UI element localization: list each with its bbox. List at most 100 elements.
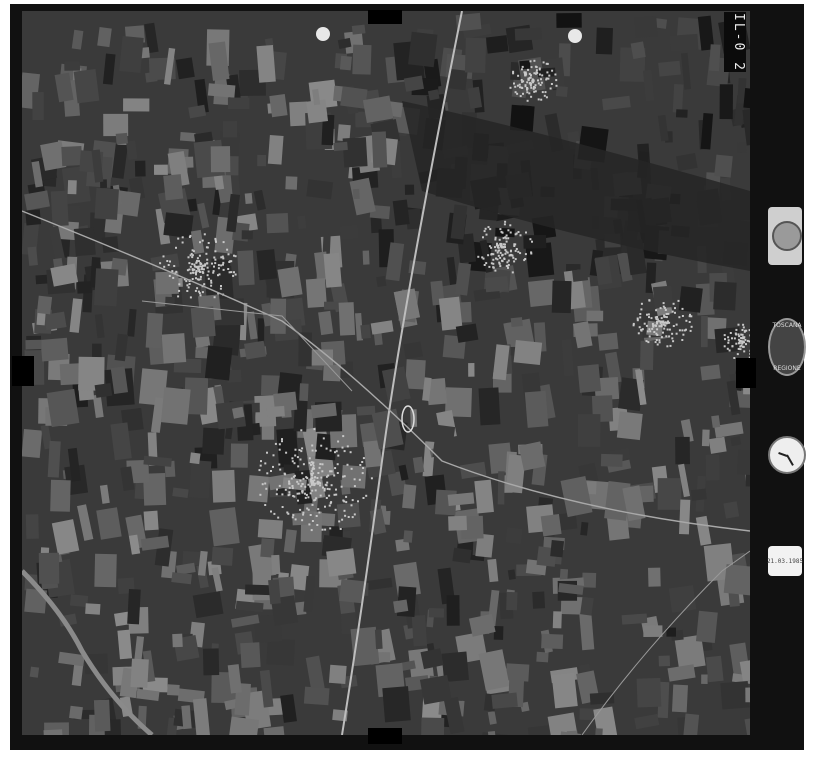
field-parcel xyxy=(556,12,582,28)
town-building xyxy=(189,234,192,237)
field-parcel xyxy=(493,626,504,640)
town-building xyxy=(319,463,322,466)
town-building xyxy=(202,271,205,274)
town-building xyxy=(213,256,216,259)
altimeter-dial xyxy=(772,221,802,251)
town-building xyxy=(538,68,541,71)
town-building xyxy=(346,445,349,448)
town-building xyxy=(308,462,311,465)
town-building xyxy=(301,447,304,450)
town-building xyxy=(177,237,180,240)
field-parcel xyxy=(577,414,601,447)
town-building xyxy=(259,493,262,496)
town-building xyxy=(197,267,200,270)
field-parcel xyxy=(705,454,720,481)
town-building xyxy=(309,492,312,495)
field-parcel xyxy=(519,60,531,70)
field-parcel xyxy=(371,131,388,168)
town-building xyxy=(264,504,267,506)
town-building xyxy=(727,341,730,344)
town-building xyxy=(648,316,650,319)
field-parcel xyxy=(408,31,438,68)
town-building xyxy=(222,261,225,264)
town-building xyxy=(186,290,189,292)
town-building xyxy=(526,81,529,84)
town-building xyxy=(203,233,206,236)
field-parcel xyxy=(38,552,60,584)
town-building xyxy=(296,456,299,459)
field-parcel xyxy=(94,187,119,220)
town-building xyxy=(504,220,507,223)
town-building xyxy=(487,226,490,229)
town-building xyxy=(191,271,194,274)
field-parcel xyxy=(188,460,212,499)
town-building xyxy=(654,341,657,344)
town-building xyxy=(521,65,524,68)
field-parcel xyxy=(580,596,594,616)
town-building xyxy=(305,493,308,496)
field-parcel xyxy=(77,504,94,541)
town-building xyxy=(658,339,661,342)
town-building xyxy=(531,240,533,243)
field-parcel xyxy=(61,145,83,167)
town-building xyxy=(169,260,171,263)
field-parcel xyxy=(25,514,39,539)
field-parcel xyxy=(192,591,224,619)
clock-icon xyxy=(768,436,806,474)
field-parcel xyxy=(209,507,240,547)
town-building xyxy=(681,315,684,317)
town-building xyxy=(662,305,665,308)
field-parcel xyxy=(92,394,104,418)
town-building xyxy=(195,261,198,264)
town-building xyxy=(526,87,529,90)
town-building xyxy=(638,326,641,329)
field-parcel xyxy=(382,686,411,723)
field-parcel xyxy=(366,577,393,591)
town-building xyxy=(494,269,497,272)
field-parcel xyxy=(580,521,589,536)
town-building xyxy=(541,74,544,77)
town-building xyxy=(656,343,659,346)
town-building xyxy=(521,87,524,89)
town-building xyxy=(507,264,510,266)
town-building xyxy=(738,342,741,344)
aerial-terrain xyxy=(22,11,750,735)
town-building xyxy=(287,494,290,497)
town-building xyxy=(477,255,480,258)
field-parcel xyxy=(524,390,549,428)
town-building xyxy=(337,454,340,457)
field-parcel xyxy=(540,513,562,537)
town-building xyxy=(278,484,281,487)
field-parcel xyxy=(271,554,281,575)
town-building xyxy=(313,499,316,502)
town-building xyxy=(362,457,365,460)
field-parcel xyxy=(338,302,356,336)
town-building xyxy=(181,241,184,244)
level-gauge: TOSCANA REGIONE xyxy=(768,318,806,376)
town-building xyxy=(206,274,209,277)
field-parcel xyxy=(266,638,295,666)
field-parcel xyxy=(419,674,452,705)
field-parcel xyxy=(280,694,297,723)
field-parcel xyxy=(487,558,499,583)
film-notch-top xyxy=(368,10,402,24)
town-building xyxy=(663,315,666,318)
town-building xyxy=(516,84,519,87)
field-parcel xyxy=(657,114,669,142)
town-building xyxy=(344,514,347,517)
town-building xyxy=(226,248,229,251)
field-parcel xyxy=(736,449,750,476)
field-parcel xyxy=(336,502,361,529)
field-parcel xyxy=(374,629,383,650)
town-building xyxy=(660,336,663,339)
town-building xyxy=(648,328,651,331)
field-parcel xyxy=(393,599,409,613)
field-parcel xyxy=(244,584,271,596)
field-parcel xyxy=(452,547,472,564)
town-building xyxy=(659,307,662,310)
town-building xyxy=(505,240,508,243)
town-building xyxy=(199,261,202,264)
town-building xyxy=(677,299,680,302)
town-building xyxy=(511,271,514,274)
town-building xyxy=(291,516,294,519)
